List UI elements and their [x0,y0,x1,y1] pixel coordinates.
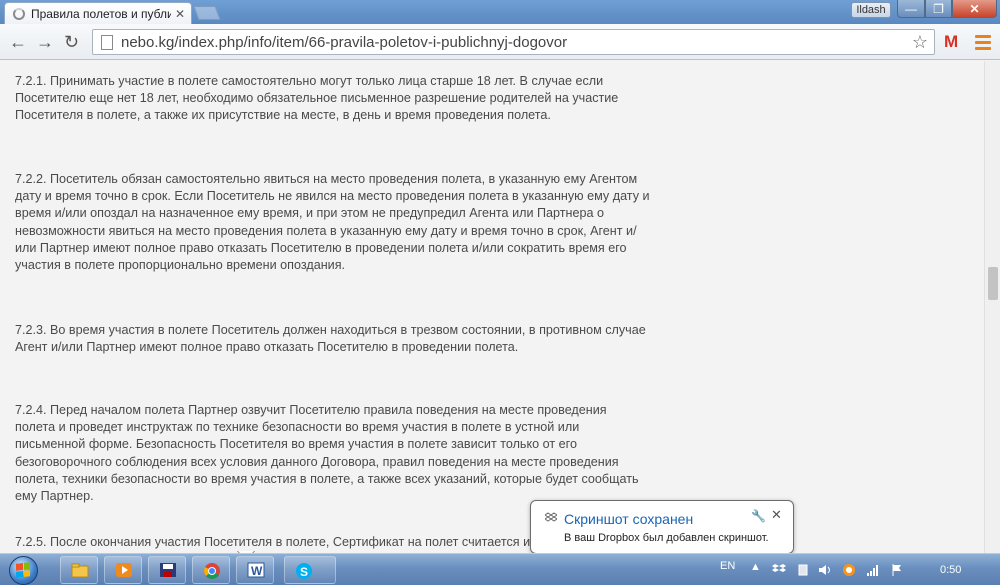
tab-title: Правила полетов и публи [31,6,171,21]
paragraph-7-2-3: 7.2.3. Во время участия в полете Посетит… [15,323,646,355]
paragraph-7-2-1: 7.2.1. Принимать участие в полете самост… [15,74,619,123]
start-button[interactable] [2,555,46,585]
windows-logo-icon [16,562,30,578]
reload-button[interactable]: ↻ [64,31,79,53]
network-icon[interactable] [866,563,880,577]
explorer-taskbar-button[interactable] [60,556,98,584]
notification-close-icon[interactable]: ✕ [771,507,782,523]
address-bar[interactable]: nebo.kg/index.php/info/item/66-pravila-p… [92,29,935,55]
forward-button[interactable]: → [36,31,54,53]
profile-button[interactable]: Ildash [851,2,891,18]
maximize-button[interactable]: ❐ [925,0,952,18]
avast-icon[interactable] [842,563,856,577]
skype-taskbar-button[interactable]: S [284,556,336,584]
scrollbar-thumb[interactable] [988,267,998,300]
minimize-button[interactable]: — [897,0,925,18]
svg-text:W: W [251,564,263,578]
explorer-icon [71,563,89,578]
tray-expand-icon[interactable]: ▲ [750,561,761,573]
back-button[interactable]: ← [9,31,27,53]
volume-icon[interactable] [818,563,832,577]
tab-favicon-icon [13,7,25,20]
page-content: 7.2.1. Принимать участие в полете самост… [0,61,984,553]
svg-text:S: S [300,565,308,579]
bookmark-star-icon[interactable]: ☆ [912,32,928,53]
system-clock[interactable]: 0:50 [940,564,961,576]
gmail-extension-icon[interactable]: M [944,32,958,52]
save-taskbar-button[interactable] [148,556,186,584]
url-text[interactable]: nebo.kg/index.php/info/item/66-pravila-p… [121,34,567,51]
vertical-scrollbar[interactable] [984,61,1000,553]
notification-text: В ваш Dropbox был добавлен скриншот. [564,532,769,544]
chrome-taskbar-button[interactable] [192,556,230,584]
window-titlebar: Правила полетов и публи ✕ Ildash — ❐ ✕ [0,0,1000,24]
dropbox-tray-icon[interactable] [772,563,786,577]
skype-icon: S [296,563,312,579]
action-center-flag-icon[interactable] [890,563,904,577]
page-icon [101,34,113,50]
save-icon [160,563,176,577]
new-tab-button[interactable] [193,6,221,20]
language-indicator[interactable]: EN [720,560,735,572]
dropbox-icon [545,512,557,522]
close-window-button[interactable]: ✕ [952,0,997,18]
chrome-icon [204,563,220,579]
word-icon: W [247,562,265,578]
browser-toolbar: ← → ↻ nebo.kg/index.php/info/item/66-pra… [0,24,1000,60]
chrome-menu-icon[interactable] [975,35,991,53]
word-taskbar-button[interactable]: W [236,556,274,584]
notification-title: Скриншот сохранен [564,511,694,527]
usb-device-icon[interactable] [796,563,810,577]
paragraph-7-2-4: 7.2.4. Перед началом полета Партнер озву… [15,403,639,504]
dropbox-notification[interactable]: Скриншот сохранен В ваш Dropbox был доба… [530,500,794,554]
tab-close-icon[interactable]: ✕ [175,7,185,21]
media-player-icon [116,563,132,577]
wrench-icon[interactable]: 🔧 [751,509,766,523]
media-player-taskbar-button[interactable] [104,556,142,584]
browser-tab[interactable]: Правила полетов и публи ✕ [4,2,192,24]
paragraph-7-2-2: 7.2.2. Посетитель обязан самостоятельно … [15,172,650,273]
